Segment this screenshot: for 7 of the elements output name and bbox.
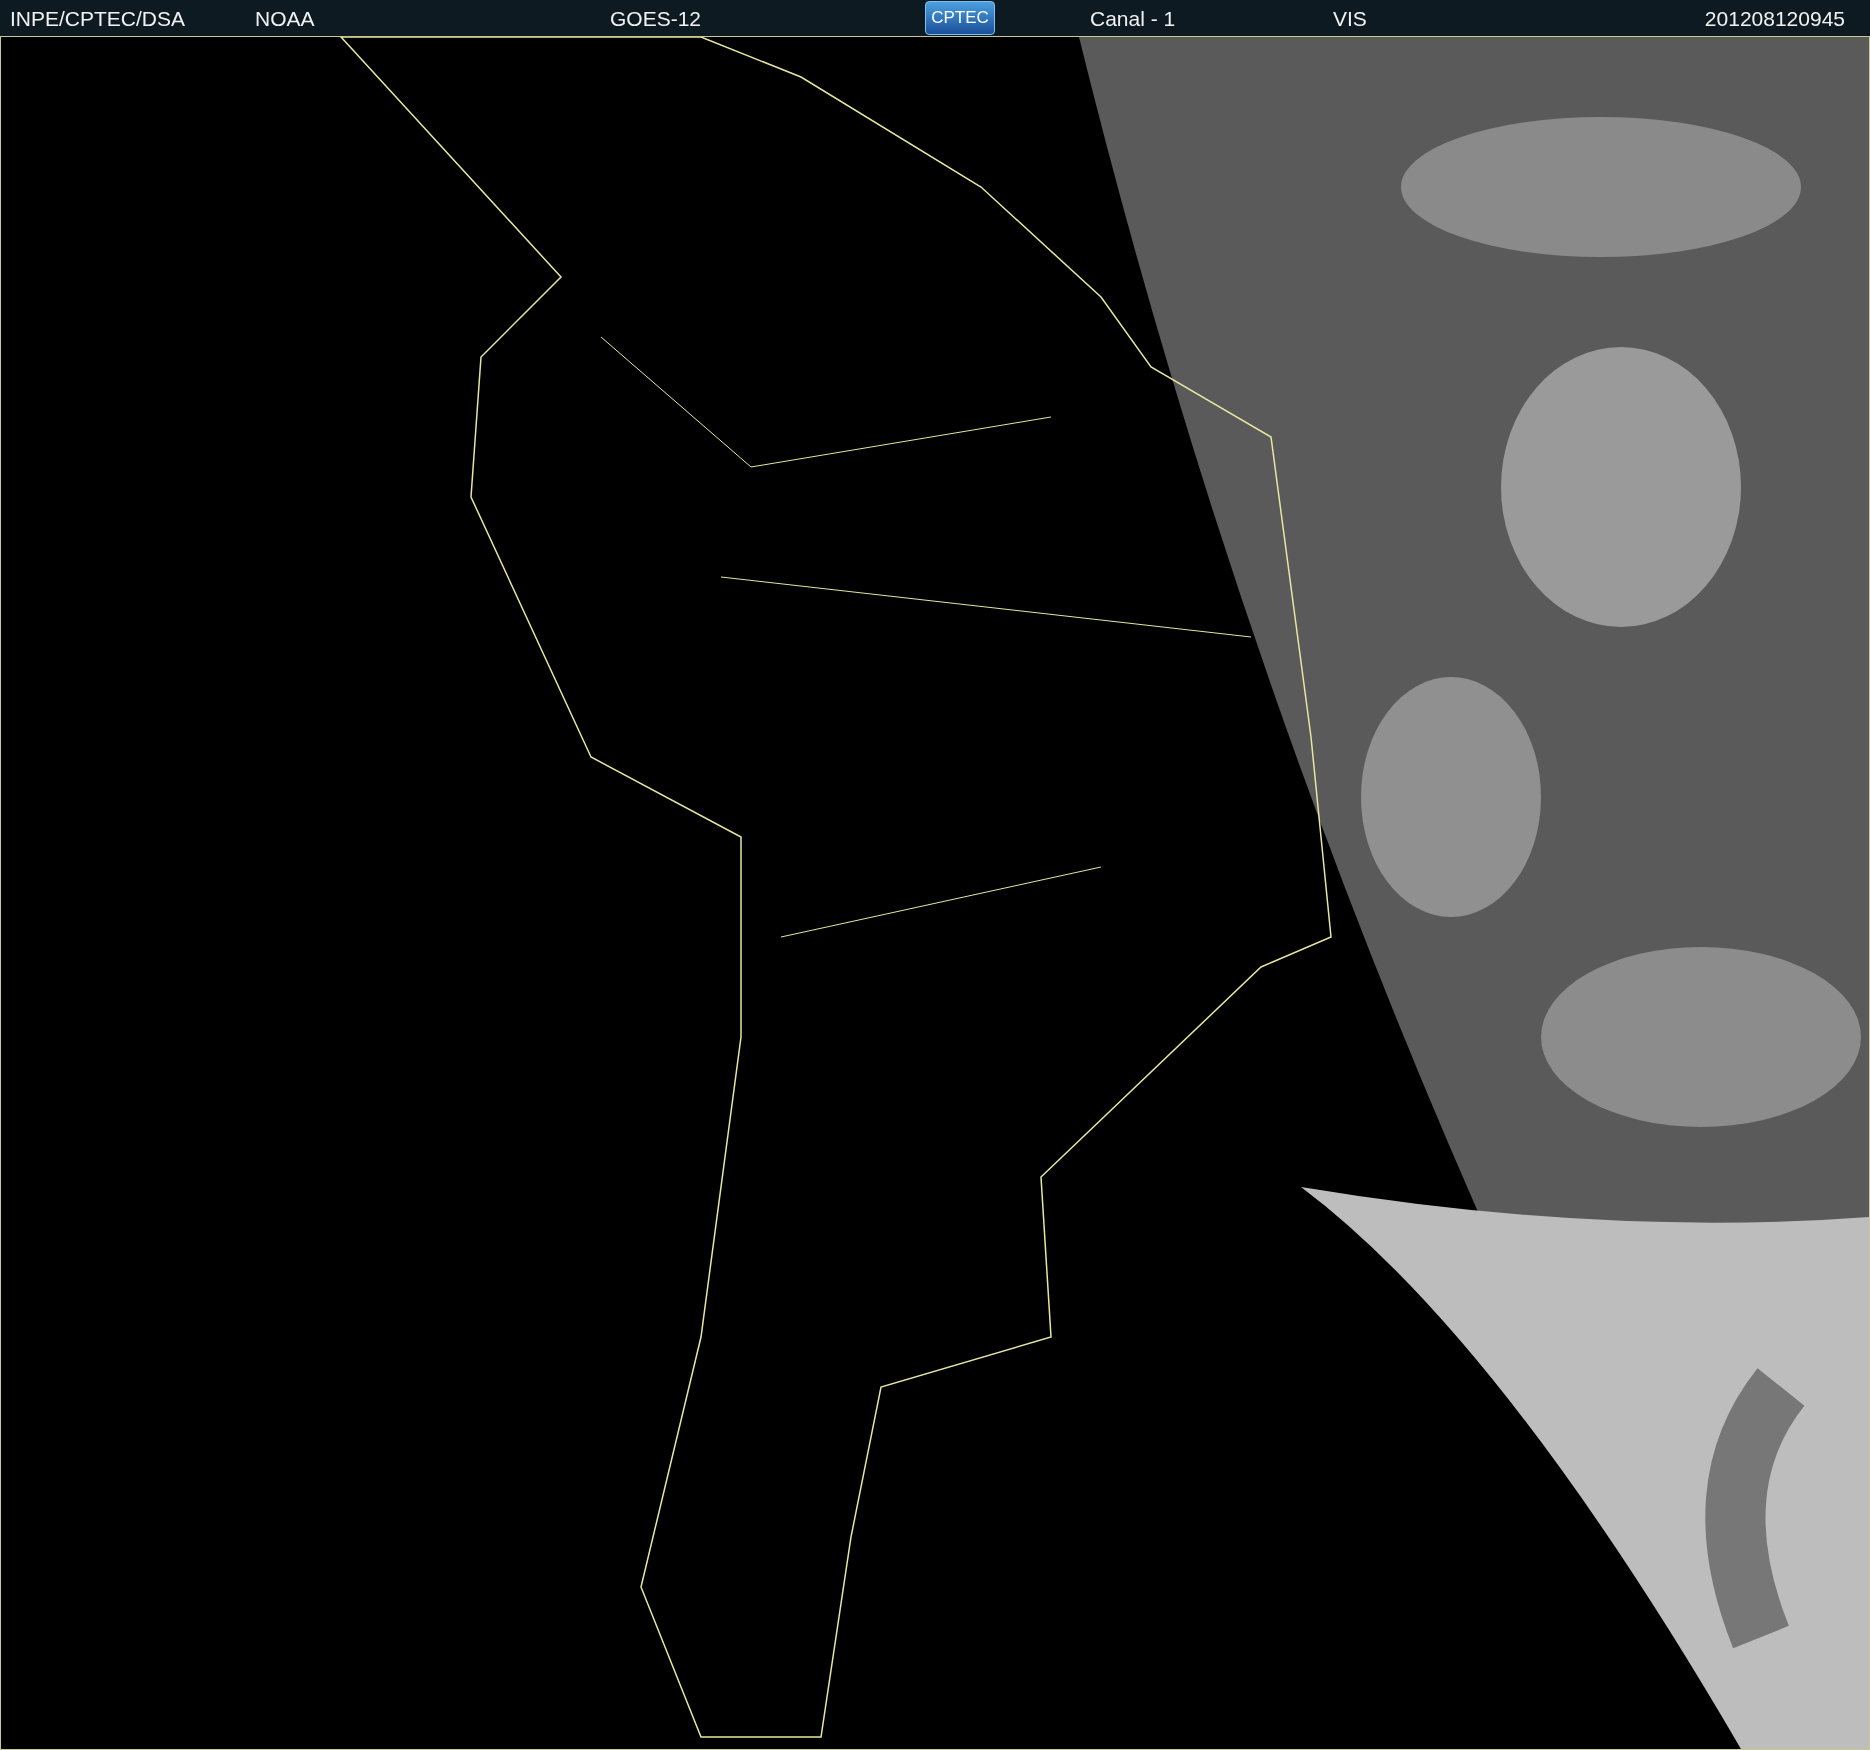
- header-label: VIS: [1333, 7, 1368, 29]
- logo: CPTEC: [925, 1, 995, 35]
- header-label: NOAA: [255, 7, 316, 29]
- header-label: 201208120945: [1704, 7, 1845, 29]
- header-label: Canal - 1: [1090, 7, 1177, 29]
- header-label: GOES-12: [610, 7, 703, 29]
- header-label: INPE/CPTEC/DSA: [10, 7, 187, 29]
